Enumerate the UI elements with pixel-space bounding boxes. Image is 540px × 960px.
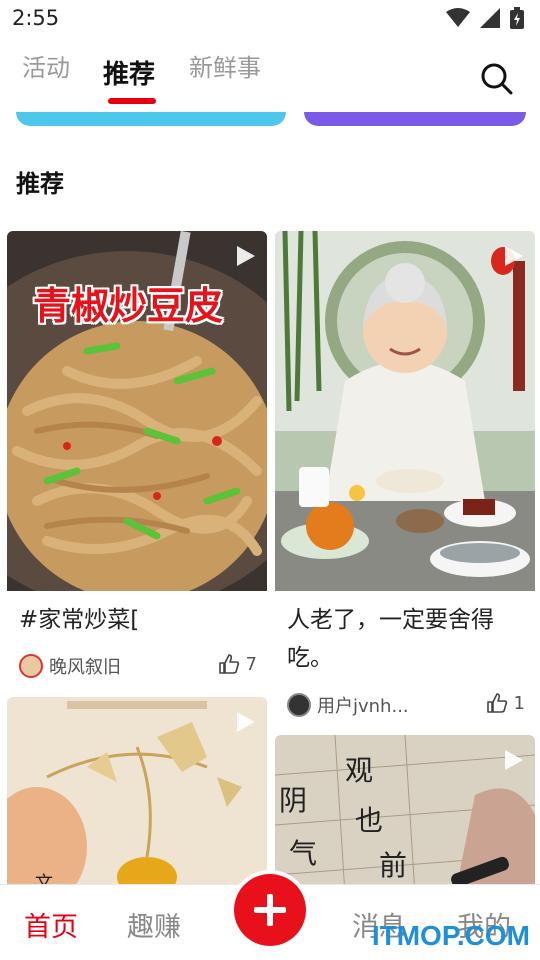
card-overlay-text: 青椒炒豆皮 bbox=[33, 286, 224, 328]
avatar bbox=[19, 654, 43, 678]
section-title: 推荐 bbox=[16, 170, 64, 198]
nav-earn[interactable]: 趣赚 bbox=[127, 905, 181, 944]
search-icon[interactable] bbox=[480, 62, 514, 96]
play-icon bbox=[505, 750, 523, 770]
like-count: 7 bbox=[245, 653, 257, 675]
watermark: ITMOP.COM bbox=[371, 920, 530, 951]
status-icons bbox=[446, 7, 524, 29]
author-name: 用户jvnh... bbox=[317, 696, 409, 717]
feed-card-1[interactable]: 青椒炒豆皮 #家常炒菜[ 晚风叙旧 7 bbox=[7, 231, 267, 689]
svg-text:前: 前 bbox=[379, 849, 407, 882]
tab-news[interactable]: 新鲜事 bbox=[189, 48, 261, 83]
like-button[interactable]: 7 bbox=[218, 653, 257, 675]
author-name: 晚风叙旧 bbox=[49, 657, 121, 678]
tab-underline bbox=[108, 98, 156, 104]
thumbs-up-icon bbox=[218, 654, 239, 674]
card-image-gold-ornament bbox=[7, 697, 267, 897]
plus-icon bbox=[254, 894, 286, 926]
svg-text:阴: 阴 bbox=[279, 784, 307, 817]
like-button[interactable]: 1 bbox=[486, 692, 525, 714]
play-icon bbox=[237, 246, 255, 266]
banner-right[interactable] bbox=[304, 112, 526, 128]
avatar bbox=[287, 693, 311, 717]
status-bar: 2:55 bbox=[0, 0, 540, 40]
play-icon bbox=[237, 712, 255, 732]
play-icon bbox=[505, 246, 523, 266]
tab-recommend[interactable]: 推荐 bbox=[103, 54, 155, 91]
publish-button-circle[interactable] bbox=[234, 874, 306, 946]
publish-button[interactable] bbox=[230, 870, 310, 950]
battery-icon bbox=[510, 7, 524, 29]
top-tabs: 活动 推荐 新鲜事 bbox=[0, 40, 540, 110]
svg-text:观: 观 bbox=[345, 754, 373, 787]
tab-activity[interactable]: 活动 bbox=[22, 48, 70, 83]
card-author[interactable]: 晚风叙旧 bbox=[19, 653, 121, 679]
card-title: 人老了，一定要舍得吃。 bbox=[287, 607, 494, 671]
status-time: 2:55 bbox=[12, 6, 60, 30]
feed-card-4[interactable]: 观 阴 也 气 前 bbox=[275, 735, 535, 895]
thumbs-up-icon bbox=[486, 693, 507, 713]
card-image-calligraphy: 观 阴 也 气 前 bbox=[275, 735, 535, 895]
svg-text:也: 也 bbox=[355, 804, 383, 837]
nav-home[interactable]: 首页 bbox=[24, 905, 78, 944]
signal-icon bbox=[480, 8, 500, 28]
wifi-icon bbox=[446, 8, 470, 27]
card-author[interactable]: 用户jvnh... bbox=[287, 692, 409, 718]
card-title: #家常炒菜[ bbox=[19, 607, 140, 633]
svg-text:气: 气 bbox=[289, 837, 317, 870]
card-image-grandma bbox=[275, 231, 535, 591]
like-count: 1 bbox=[513, 692, 525, 714]
feed-card-2[interactable]: 人老了，一定要舍得吃。 用户jvnh... 1 bbox=[275, 231, 535, 721]
feed-card-3[interactable]: 文 bbox=[7, 697, 267, 897]
banner-left[interactable] bbox=[16, 112, 286, 128]
